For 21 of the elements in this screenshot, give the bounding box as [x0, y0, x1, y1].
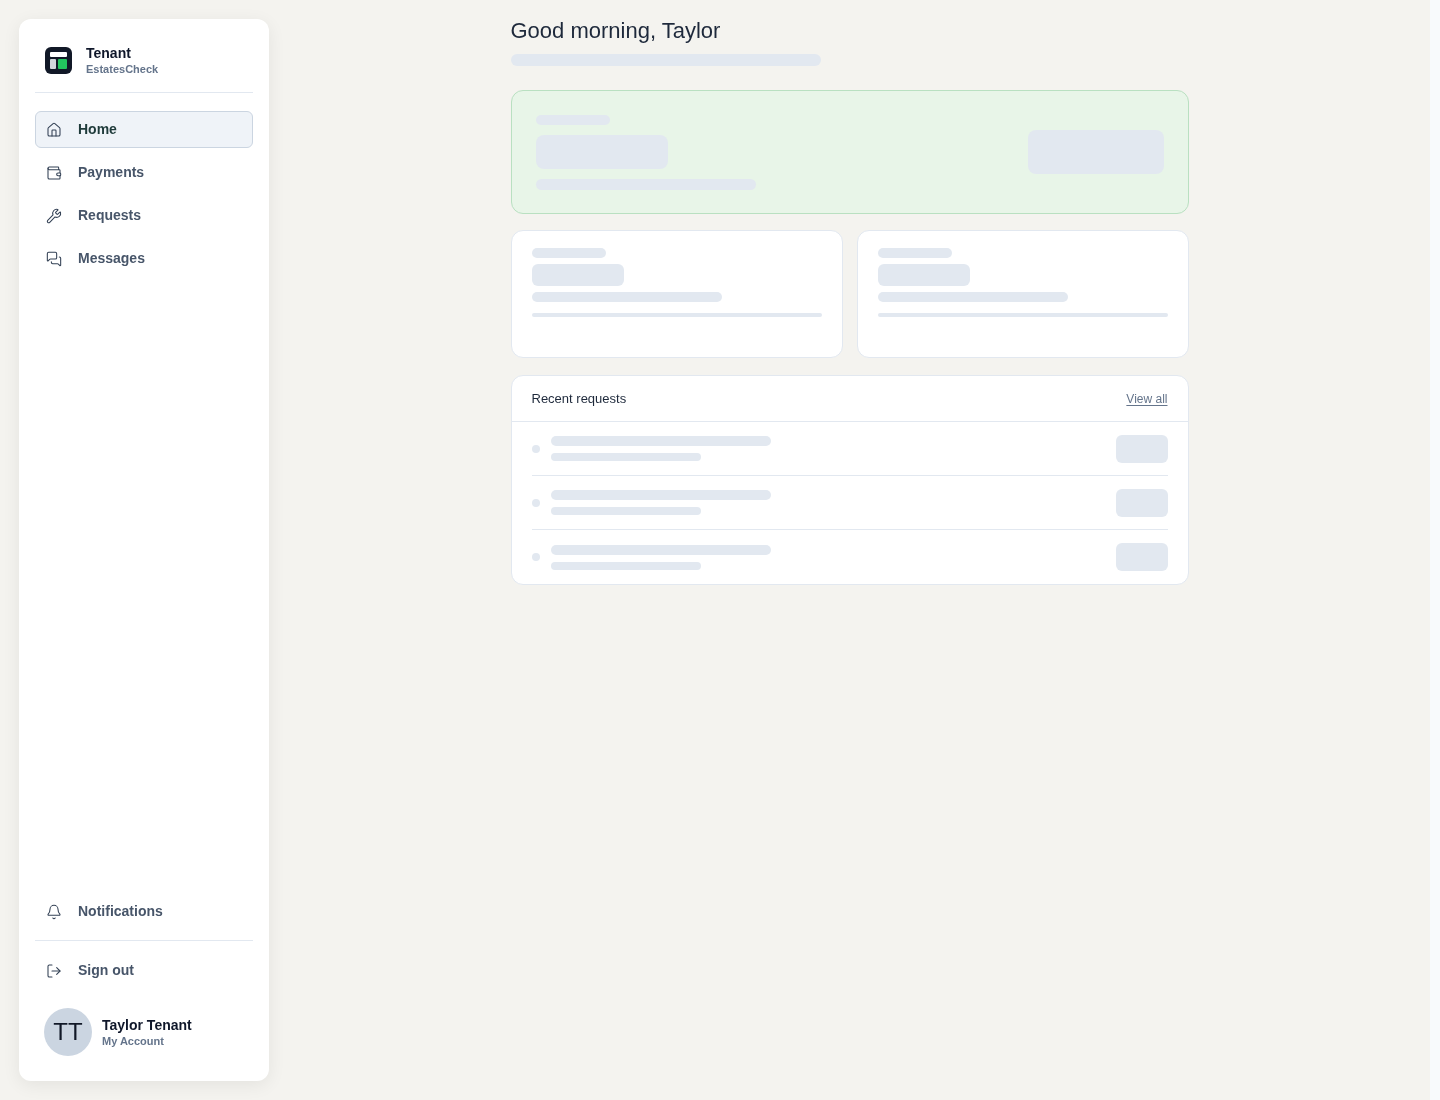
brand-subtitle: EstatesCheck	[86, 62, 159, 76]
account-name: Taylor Tenant	[102, 1016, 192, 1034]
nav-item[interactable]: Home	[35, 111, 253, 148]
nav-item[interactable]: Payments	[35, 154, 253, 191]
nav-item[interactable]: Sign out	[35, 952, 253, 989]
logo-icon	[45, 47, 72, 74]
wallet-icon	[46, 164, 62, 181]
brand-title: Tenant	[86, 45, 132, 62]
wrench-icon	[46, 207, 62, 224]
nav-item[interactable]: Messages	[35, 240, 253, 277]
nav-item[interactable]: Notifications	[35, 893, 253, 930]
sign-out-icon	[46, 962, 62, 979]
account-subtitle: My Account	[102, 1033, 165, 1048]
chat-bubbles-icon	[46, 250, 62, 267]
house-icon	[46, 121, 62, 138]
avatar-initials: TT	[44, 1008, 92, 1056]
nav-item[interactable]: Requests	[35, 197, 253, 234]
card-title: Recent requests	[531, 389, 627, 408]
greeting-heading: Good morning, Taylor	[510, 17, 722, 45]
bell-icon	[46, 903, 62, 920]
view-all-link[interactable]: View all	[1126, 389, 1168, 408]
